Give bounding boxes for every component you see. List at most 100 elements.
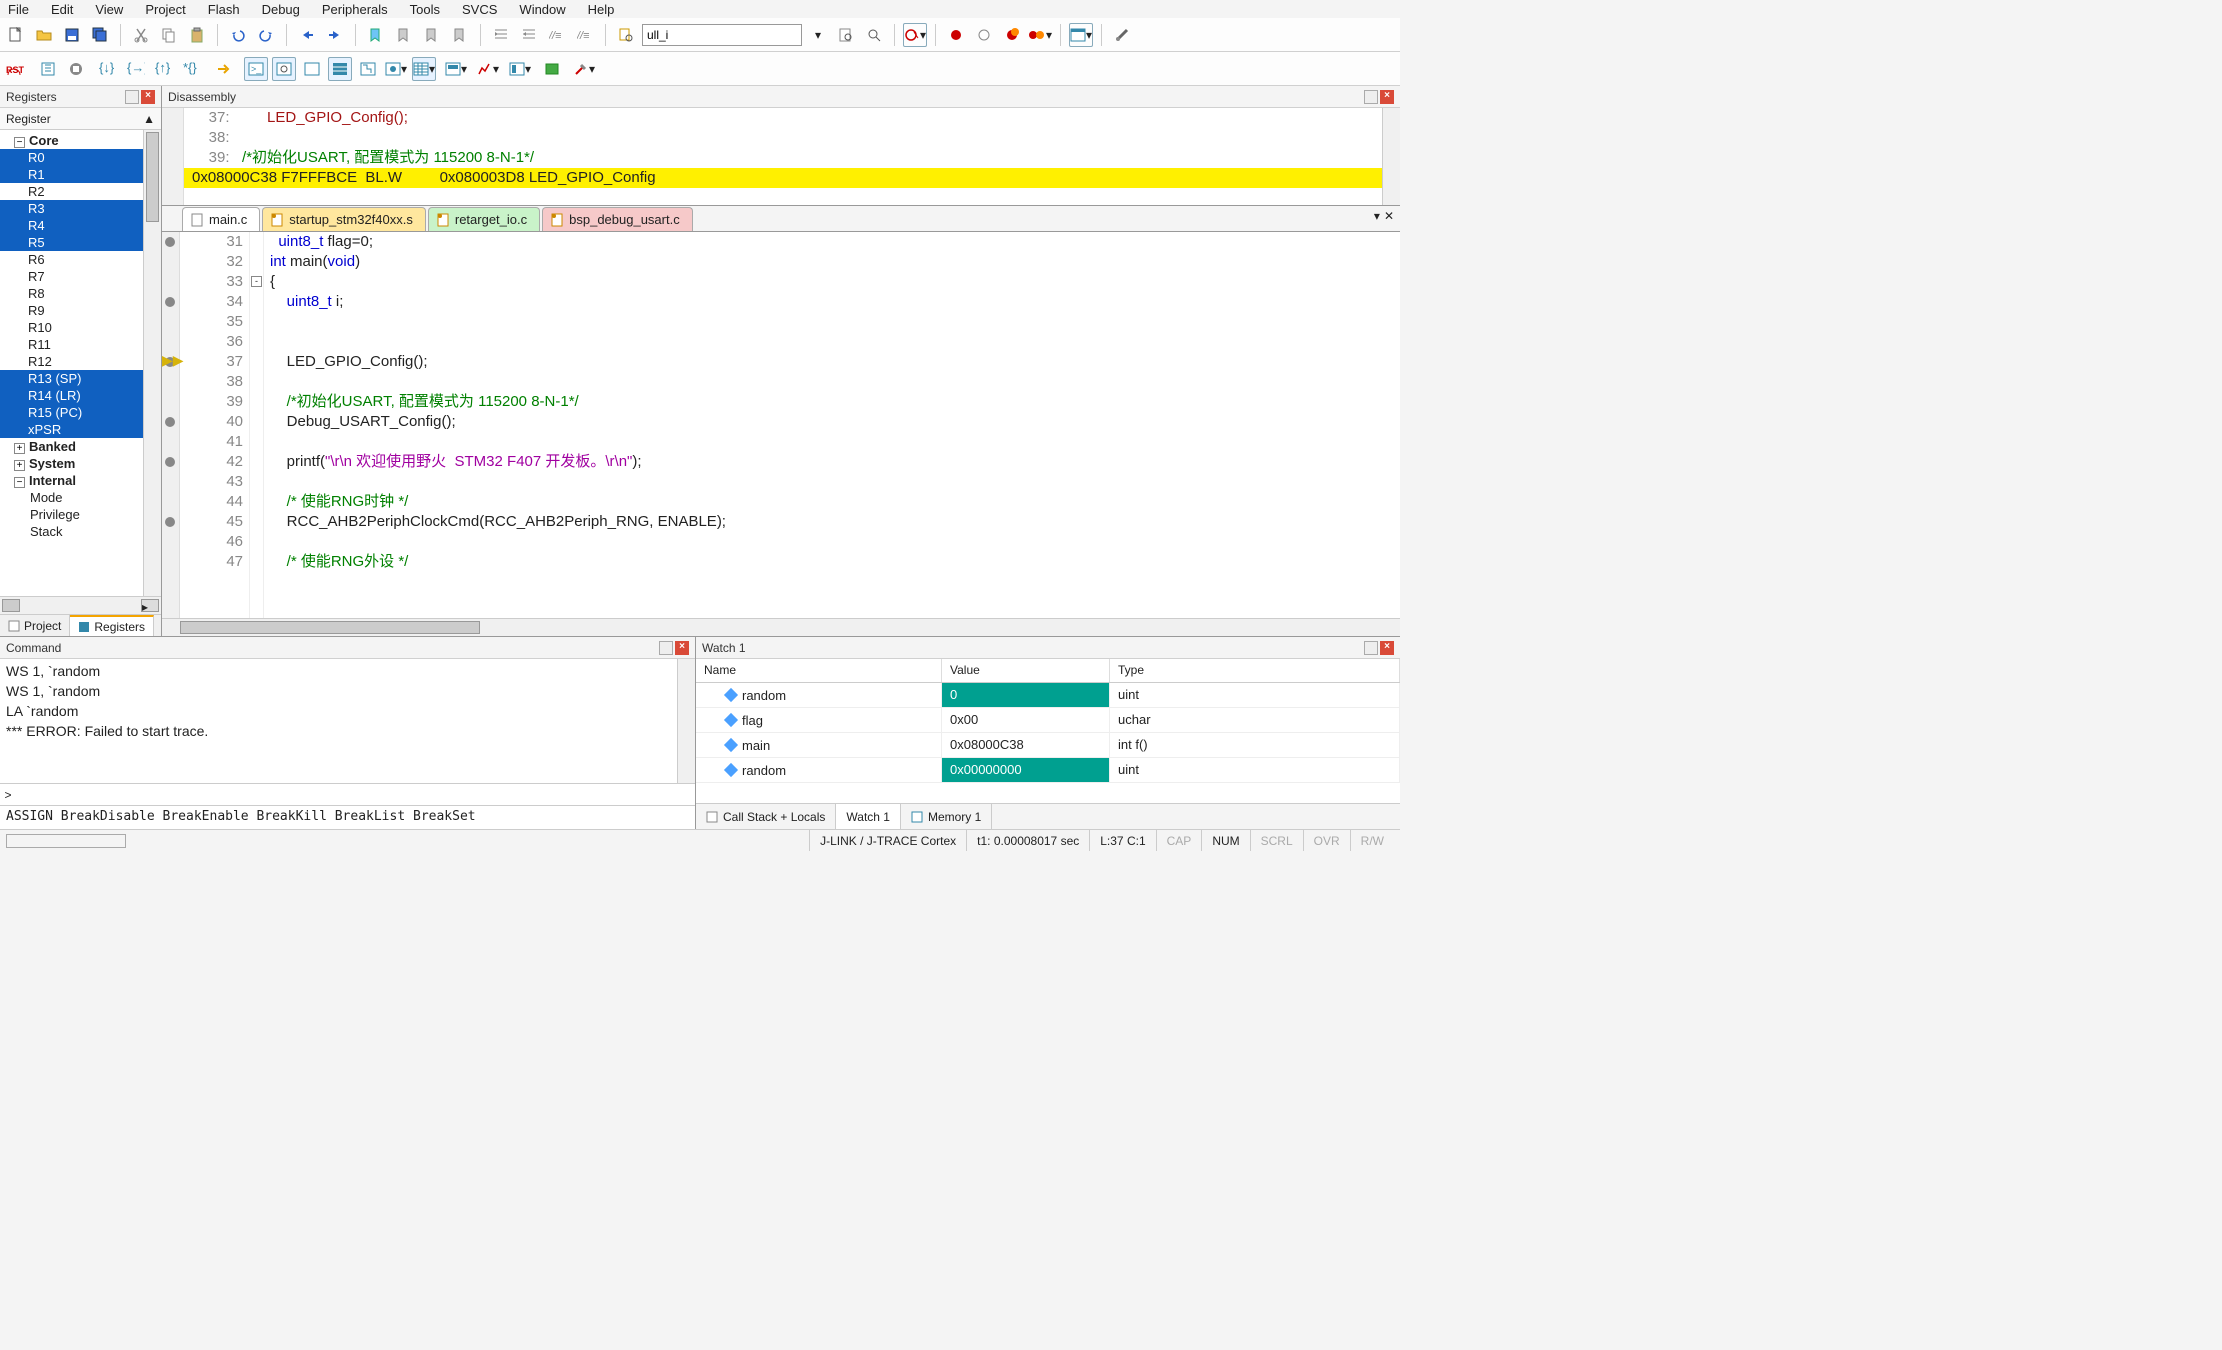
symbols-window-icon[interactable] [300, 57, 324, 81]
tab-dropdown-icon[interactable]: ▾ [1374, 209, 1380, 223]
scrollbar-horizontal[interactable]: ▸ [0, 596, 161, 614]
watch-header-value[interactable]: Value [942, 659, 1110, 682]
register-Stack[interactable]: Stack [0, 523, 161, 540]
editor-tab-startup_stm32f40xx.s[interactable]: startup_stm32f40xx.s [262, 207, 426, 231]
menu-debug[interactable]: Debug [262, 2, 300, 17]
watch-header-type[interactable]: Type [1110, 659, 1400, 682]
close-icon[interactable]: × [675, 641, 689, 655]
editor-margin[interactable]: ▶▶ [162, 232, 180, 636]
open-icon[interactable] [32, 23, 56, 47]
command-output[interactable]: WS 1, `randomWS 1, `randomLA `random*** … [0, 659, 695, 783]
close-icon[interactable]: × [1380, 90, 1394, 104]
bookmark-prev-icon[interactable] [392, 23, 416, 47]
tab-close-icon[interactable]: ✕ [1384, 209, 1394, 223]
menu-window[interactable]: Window [519, 2, 565, 17]
debug-session-icon[interactable]: ▾ [903, 23, 927, 47]
uncomment-icon[interactable]: //≡ [573, 23, 597, 47]
bookmark-next-icon[interactable] [420, 23, 444, 47]
save-all-icon[interactable] [88, 23, 112, 47]
reset-icon[interactable]: RST [4, 57, 28, 81]
editor-tab-main.c[interactable]: main.c [182, 207, 260, 231]
register-R2[interactable]: R2 [0, 183, 161, 200]
command-input[interactable] [16, 784, 695, 805]
step-out-icon[interactable]: {↑} [152, 57, 176, 81]
scrollbar-vertical[interactable] [143, 130, 161, 596]
code-area[interactable]: uint8_t flag=0;int main(void){ uint8_t i… [264, 232, 1400, 636]
find-file-icon[interactable] [614, 23, 638, 47]
register-group-Internal[interactable]: −Internal [0, 472, 161, 489]
command-window-icon[interactable]: >_ [244, 57, 268, 81]
menu-tools[interactable]: Tools [410, 2, 440, 17]
bookmark-clear-icon[interactable] [448, 23, 472, 47]
register-R15 (PC)[interactable]: R15 (PC) [0, 404, 161, 421]
register-R8[interactable]: R8 [0, 285, 161, 302]
copy-icon[interactable] [157, 23, 181, 47]
watch-row-random[interactable]: random 0x00000000uint [696, 758, 1400, 783]
undo-icon[interactable] [226, 23, 250, 47]
register-R6[interactable]: R6 [0, 251, 161, 268]
watch-row-main[interactable]: main 0x08000C38int f() [696, 733, 1400, 758]
code-editor[interactable]: ▶▶ 3132333435363738394041424344454647 - … [162, 232, 1400, 636]
outdent-icon[interactable] [517, 23, 541, 47]
configure-icon[interactable] [1110, 23, 1134, 47]
menu-svcs[interactable]: SVCS [462, 2, 497, 17]
scrollbar-vertical[interactable] [1382, 108, 1400, 205]
register-R9[interactable]: R9 [0, 302, 161, 319]
watch-window-icon[interactable]: ▾ [384, 57, 408, 81]
editor-tab-bsp_debug_usart.c[interactable]: bsp_debug_usart.c [542, 207, 693, 231]
disasm-window-icon[interactable] [272, 57, 296, 81]
register-R3[interactable]: R3 [0, 200, 161, 217]
stop-icon[interactable] [64, 57, 88, 81]
register-R11[interactable]: R11 [0, 336, 161, 353]
serial-window-icon[interactable]: ▾ [444, 57, 468, 81]
pin-icon[interactable] [125, 90, 139, 104]
pin-icon[interactable] [659, 641, 673, 655]
trace-window-icon[interactable]: ▾ [508, 57, 532, 81]
memory-window-icon[interactable]: ▾ [412, 57, 436, 81]
tab-project[interactable]: Project [0, 615, 70, 636]
registers-column-header[interactable]: Register▲ [0, 108, 161, 130]
register-R7[interactable]: R7 [0, 268, 161, 285]
step-over-icon[interactable]: {→} [124, 57, 148, 81]
pin-icon[interactable] [1364, 641, 1378, 655]
breakpoint-killall-icon[interactable]: ▾ [1028, 23, 1052, 47]
close-icon[interactable]: × [1380, 641, 1394, 655]
breakpoint-kill-icon[interactable] [1000, 23, 1024, 47]
tab-memory1[interactable]: Memory 1 [901, 804, 992, 829]
register-R10[interactable]: R10 [0, 319, 161, 336]
comment-icon[interactable]: //≡ [545, 23, 569, 47]
window-layout-icon[interactable]: ▾ [1069, 23, 1093, 47]
menu-flash[interactable]: Flash [208, 2, 240, 17]
menu-edit[interactable]: Edit [51, 2, 73, 17]
tab-callstack[interactable]: Call Stack + Locals [696, 804, 836, 829]
nav-forward-icon[interactable] [323, 23, 347, 47]
incremental-find-icon[interactable] [862, 23, 886, 47]
fold-column[interactable]: - [250, 232, 264, 636]
registers-window-icon[interactable] [328, 57, 352, 81]
register-R1[interactable]: R1 [0, 166, 161, 183]
new-file-icon[interactable] [4, 23, 28, 47]
nav-back-icon[interactable] [295, 23, 319, 47]
tab-registers[interactable]: Registers [70, 615, 154, 636]
disassembly-view[interactable]: 37: LED_GPIO_Config(); 38: 39: /*初始化USAR… [162, 108, 1400, 205]
register-group-System[interactable]: +System [0, 455, 161, 472]
register-R5[interactable]: R5 [0, 234, 161, 251]
indent-icon[interactable] [489, 23, 513, 47]
menu-project[interactable]: Project [145, 2, 185, 17]
register-R12[interactable]: R12 [0, 353, 161, 370]
menu-file[interactable]: File [8, 2, 29, 17]
run-to-cursor-icon[interactable]: *{} [180, 57, 204, 81]
breakpoint-disable-icon[interactable] [972, 23, 996, 47]
paste-icon[interactable] [185, 23, 209, 47]
register-Privilege[interactable]: Privilege [0, 506, 161, 523]
callstack-window-icon[interactable] [356, 57, 380, 81]
pin-icon[interactable] [1364, 90, 1378, 104]
watch-row-flag[interactable]: flag 0x00uchar [696, 708, 1400, 733]
editor-tab-retarget_io.c[interactable]: retarget_io.c [428, 207, 540, 231]
register-Mode[interactable]: Mode [0, 489, 161, 506]
toolbox-icon[interactable]: ▾ [572, 57, 596, 81]
watch-headers[interactable]: Name Value Type [696, 659, 1400, 683]
register-R0[interactable]: R0 [0, 149, 161, 166]
menu-peripherals[interactable]: Peripherals [322, 2, 388, 17]
register-xPSR[interactable]: xPSR [0, 421, 161, 438]
